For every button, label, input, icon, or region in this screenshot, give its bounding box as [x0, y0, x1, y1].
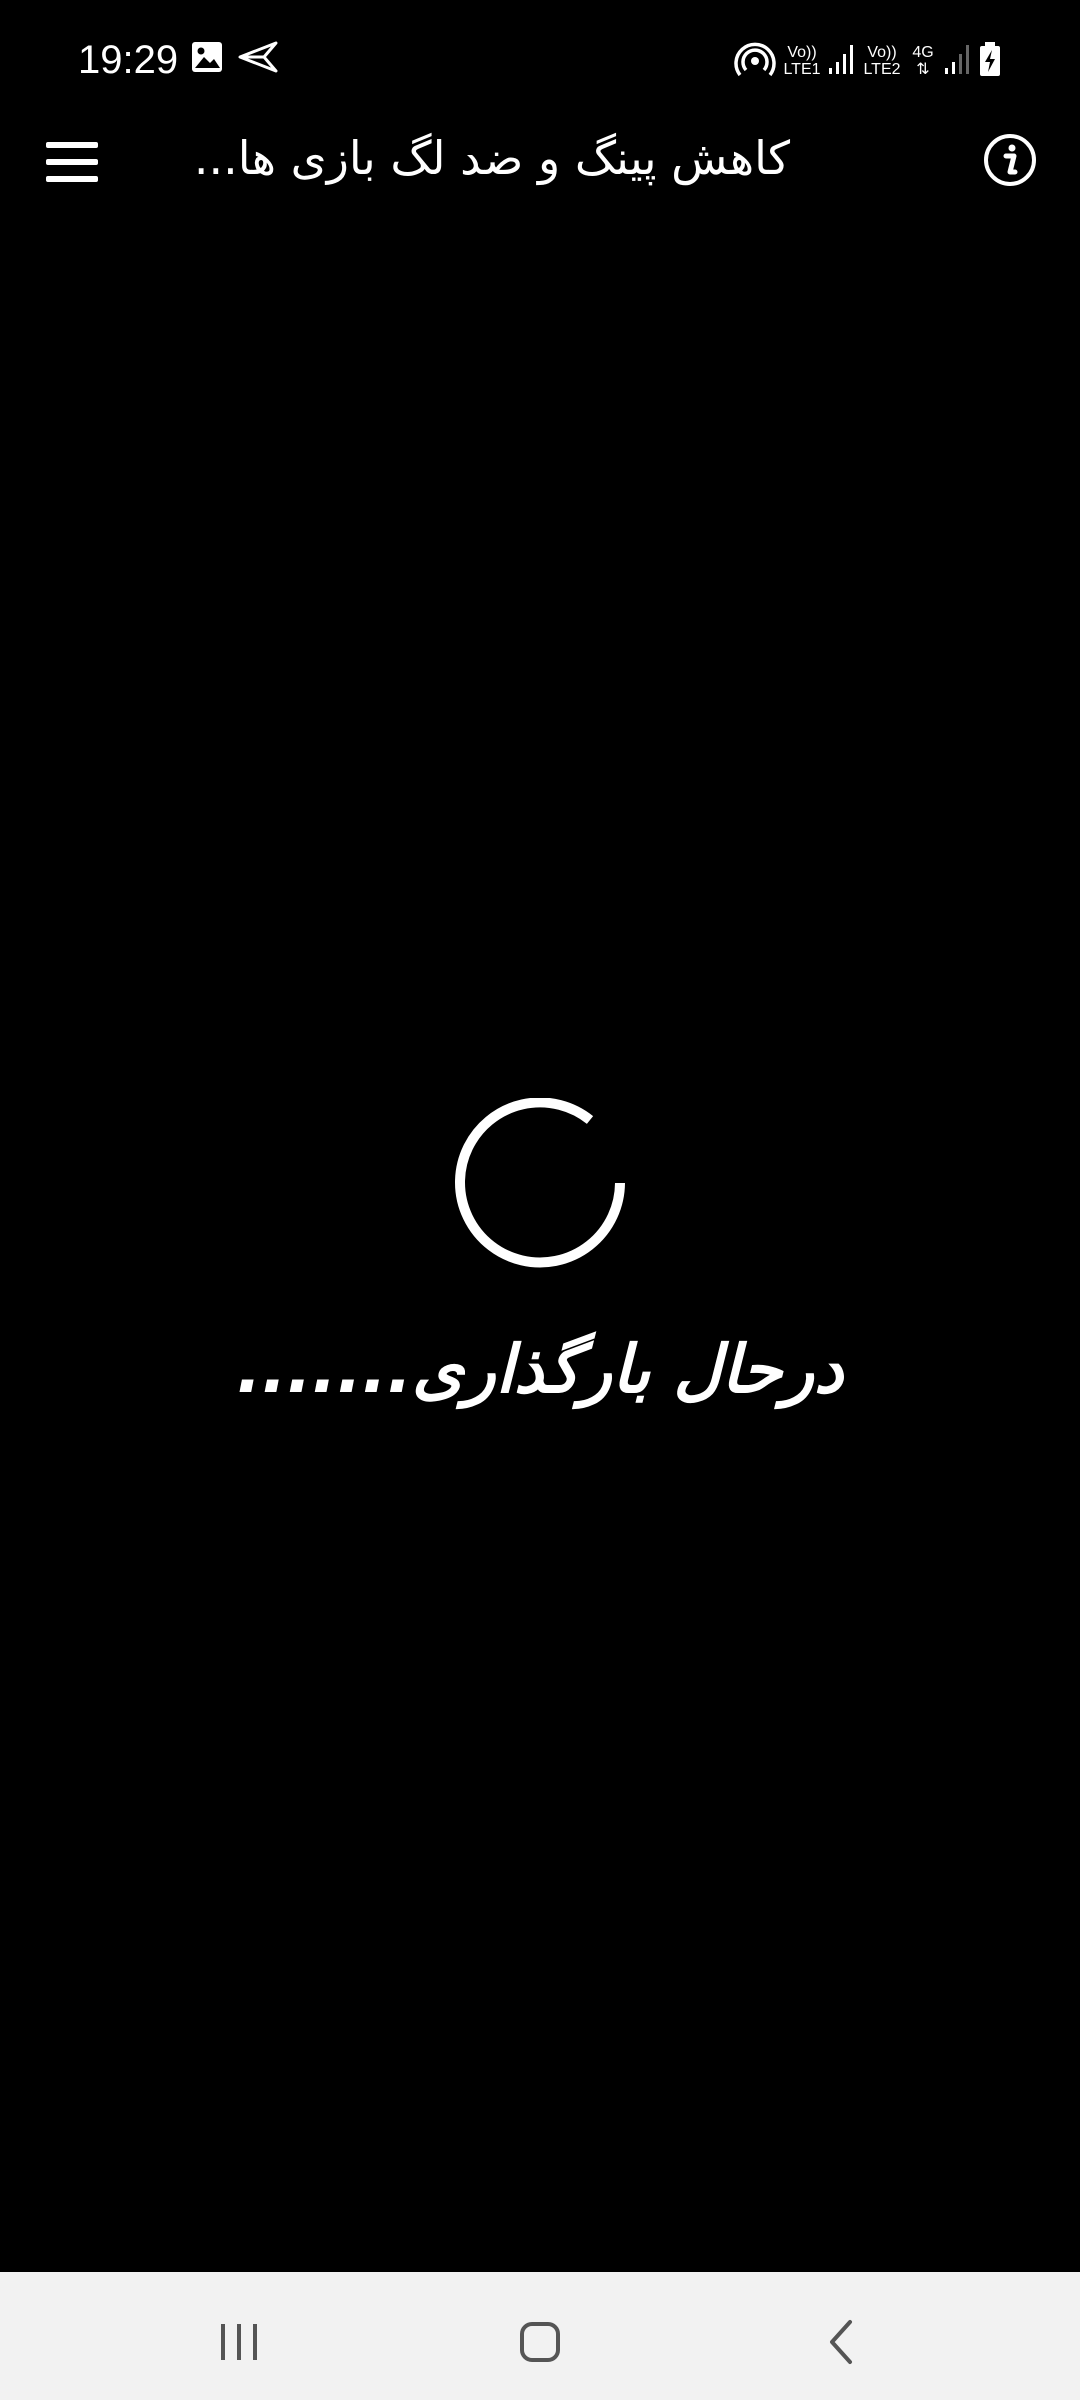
loading-text: درحال بارگذاری.......	[236, 1331, 844, 1408]
send-icon	[238, 40, 278, 78]
signal-icon	[944, 42, 972, 80]
4g-text: 4G	[912, 44, 934, 61]
image-icon	[190, 40, 224, 78]
hamburger-menu-icon[interactable]	[46, 142, 98, 182]
info-icon[interactable]	[982, 132, 1038, 188]
volte-lte2-label: Vo)) LTE2	[862, 44, 902, 78]
screen: 19:29 Vo)) LTE1 Vo)) LTE2 4G ⇅ کاهش پینگ…	[0, 0, 1080, 2400]
status-time: 19:29	[78, 38, 179, 82]
lte1-top-text: Vo))	[787, 44, 817, 61]
lte1-bottom-text: LTE1	[783, 61, 821, 78]
home-button[interactable]	[500, 2302, 580, 2382]
loading-spinner	[455, 1097, 625, 1268]
back-button[interactable]	[802, 2302, 882, 2382]
status-left-icons	[190, 40, 278, 78]
recents-button[interactable]	[199, 2302, 279, 2382]
signal-icon	[828, 42, 856, 80]
app-title: کاهش پینگ و ضد لگ بازی ها...	[193, 131, 790, 185]
lte2-top-text: Vo))	[867, 44, 897, 61]
status-bar: 19:29 Vo)) LTE1 Vo)) LTE2 4G ⇅	[0, 0, 1080, 120]
lte2-bottom-text: LTE2	[863, 61, 901, 78]
volte-lte1-label: Vo)) LTE1	[782, 44, 822, 78]
status-right-icons: Vo)) LTE1 Vo)) LTE2 4G ⇅	[734, 38, 1002, 84]
data-arrows-icon: ⇅	[916, 61, 930, 78]
hotspot-icon	[734, 38, 776, 84]
app-bar: کاهش پینگ و ضد لگ بازی ها...	[0, 120, 1080, 200]
navigation-bar	[0, 2272, 1080, 2400]
battery-charging-icon	[978, 41, 1002, 81]
4g-label: 4G ⇅	[908, 44, 938, 78]
